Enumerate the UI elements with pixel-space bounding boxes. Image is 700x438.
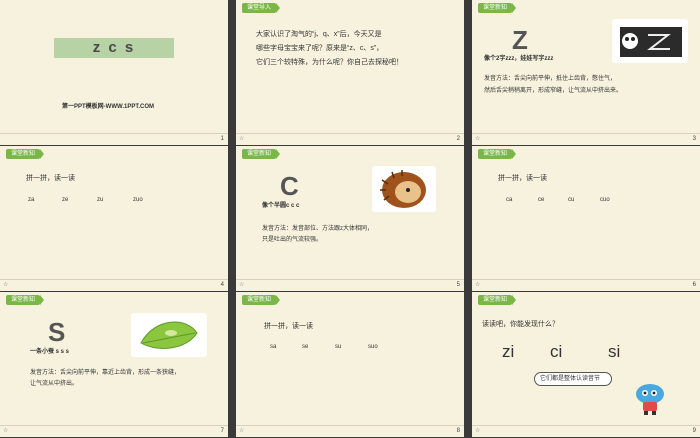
desc-line: 只是吐出的气流较强。: [262, 237, 323, 243]
desc-line: 发音方法：舌尖向前平伸，抵住上齿背，憋住气，: [484, 76, 617, 82]
slide-3[interactable]: 课堂新知 Z 像个2字zzz，娃娃写字zzz 发音方法：舌尖向前平伸，抵住上齿背…: [472, 0, 700, 145]
hedgehog-image: [372, 166, 436, 212]
star-icon: ☆: [3, 428, 9, 434]
syllable: su: [335, 344, 342, 350]
slide-footer: 1: [0, 133, 228, 145]
slide-number: 1: [220, 136, 224, 142]
slide-footer: ☆ 2: [236, 133, 464, 145]
star-icon: ☆: [239, 136, 245, 142]
letter-heading: Z: [512, 25, 528, 55]
syllable: cu: [568, 197, 575, 203]
section-heading: 拼一拼，读一读: [264, 323, 313, 330]
star-icon: ☆: [239, 428, 245, 434]
desc-line: 让气流从中挤出。: [30, 381, 79, 387]
slide-9[interactable]: 课堂新知 读读吧，你能发现什么？ zi ci si 它们都是整体认读音节 ☆ 9: [472, 292, 700, 437]
cartoon-character-icon: [636, 384, 664, 415]
slide-footer: ☆ 6: [472, 279, 700, 291]
section-tag: 课堂新知: [6, 149, 45, 159]
syllable: ce: [538, 197, 545, 203]
desc-line: 然后舌尖稍稍离开，形成窄缝，让气流从中挤出来。: [484, 88, 623, 94]
desc-line: 发音方法：舌尖向前平伸，靠近上齿背，形成一条狭缝，: [30, 370, 181, 376]
section-heading: 拼一拼，读一读: [26, 175, 75, 182]
section-heading: 读读吧，你能发现什么？: [482, 321, 559, 328]
slide-number: 3: [692, 136, 696, 142]
section-heading: 拼一拼，读一读: [498, 175, 547, 182]
speech-bubble: 它们都是整体认读音节: [534, 372, 612, 386]
slide-number: 4: [220, 282, 224, 288]
section-tag: 课堂新知: [6, 295, 45, 305]
text-line: 它们三个较特殊，为什么呢？你自己去探秘吧！: [256, 59, 403, 66]
slide-number: 5: [456, 282, 460, 288]
star-icon: ☆: [3, 282, 9, 288]
syllable: zu: [97, 197, 104, 203]
slide-5[interactable]: 课堂新知 C 像个半圆c c c 发音方法：发音部位、方法跟z大体相同， 只是吐…: [236, 146, 464, 291]
slide-7[interactable]: 课堂新知 S 一条小蚕 s s s 发音方法：舌尖向前平伸，靠近上齿背，形成一条…: [0, 292, 228, 437]
slide-number: 7: [220, 428, 224, 434]
star-icon: ☆: [475, 282, 481, 288]
hedgehog-icon: [380, 170, 426, 208]
star-icon: ☆: [239, 282, 245, 288]
section-tag: 课堂导入: [242, 3, 281, 13]
slide-6[interactable]: 课堂新知 拼一拼，读一读 ca ce cu cuo ☆ 6: [472, 146, 700, 291]
slide-number: 6: [692, 282, 696, 288]
slide-number: 8: [456, 428, 460, 434]
syllable: suo: [368, 344, 378, 350]
section-tag: 课堂新知: [242, 295, 281, 305]
syllable: sa: [270, 344, 277, 350]
slide-footer: ☆ 5: [236, 279, 464, 291]
syllable: se: [302, 344, 309, 350]
syllable: ci: [550, 342, 563, 361]
slide-footer: ☆ 4: [0, 279, 228, 291]
slide-grid: z c s 第一PPT模板网-WWW.1PPT.COM 1 课堂导入 大家认识了…: [0, 0, 700, 438]
slide-footer: ☆ 9: [472, 425, 700, 437]
letter-heading: C: [280, 171, 299, 201]
desc-line: 发音方法：发音部位、方法跟z大体相同，: [262, 226, 374, 232]
slide-4[interactable]: 课堂新知 拼一拼，读一读 za ze zu zuo ☆ 4: [0, 146, 228, 291]
letter-caption: 像个半圆c c c: [262, 203, 300, 209]
slide-footer: ☆ 3: [472, 133, 700, 145]
letter-caption: 一条小蚕 s s s: [30, 349, 70, 355]
text-line: 哪些字母宝宝来了呢？原来是“z、c、s”，: [256, 45, 384, 52]
letter-caption: 像个2字zzz，娃娃写字zzz: [484, 56, 554, 62]
slide-title: z c s: [92, 39, 136, 56]
syllable: zuo: [133, 197, 143, 203]
leaf-icon: [140, 321, 198, 349]
blackboard-icon: [620, 27, 682, 57]
blackboard-image: [612, 19, 688, 63]
section-tag: 课堂新知: [478, 3, 517, 13]
syllable: cuo: [600, 197, 610, 203]
syllable: si: [608, 342, 621, 361]
star-icon: ☆: [475, 428, 481, 434]
slide-1[interactable]: z c s 第一PPT模板网-WWW.1PPT.COM 1: [0, 0, 228, 145]
site-credit: 第一PPT模板网-WWW.1PPT.COM: [62, 104, 154, 110]
section-tag: 课堂新知: [478, 149, 517, 159]
slide-footer: ☆ 8: [236, 425, 464, 437]
slide-number: 2: [456, 136, 460, 142]
syllable: zi: [502, 342, 515, 361]
slide-8[interactable]: 课堂新知 拼一拼，读一读 sa se su suo ☆ 8: [236, 292, 464, 437]
bubble-text: 它们都是整体认读音节: [540, 376, 601, 382]
slide-2[interactable]: 课堂导入 大家认识了淘气的“j、q、x”后，今天又是 哪些字母宝宝来了呢？原来是…: [236, 0, 464, 145]
letter-heading: S: [48, 317, 66, 347]
slide-number: 9: [692, 428, 696, 434]
star-icon: ☆: [475, 136, 481, 142]
leaf-image: [131, 313, 207, 357]
section-tag: 课堂新知: [478, 295, 517, 305]
syllable: ze: [62, 197, 69, 203]
text-line: 大家认识了淘气的“j、q、x”后，今天又是: [256, 31, 382, 38]
syllable: ca: [506, 197, 513, 203]
syllable: za: [28, 197, 35, 203]
section-tag: 课堂新知: [242, 149, 281, 159]
slide-footer: ☆ 7: [0, 425, 228, 437]
